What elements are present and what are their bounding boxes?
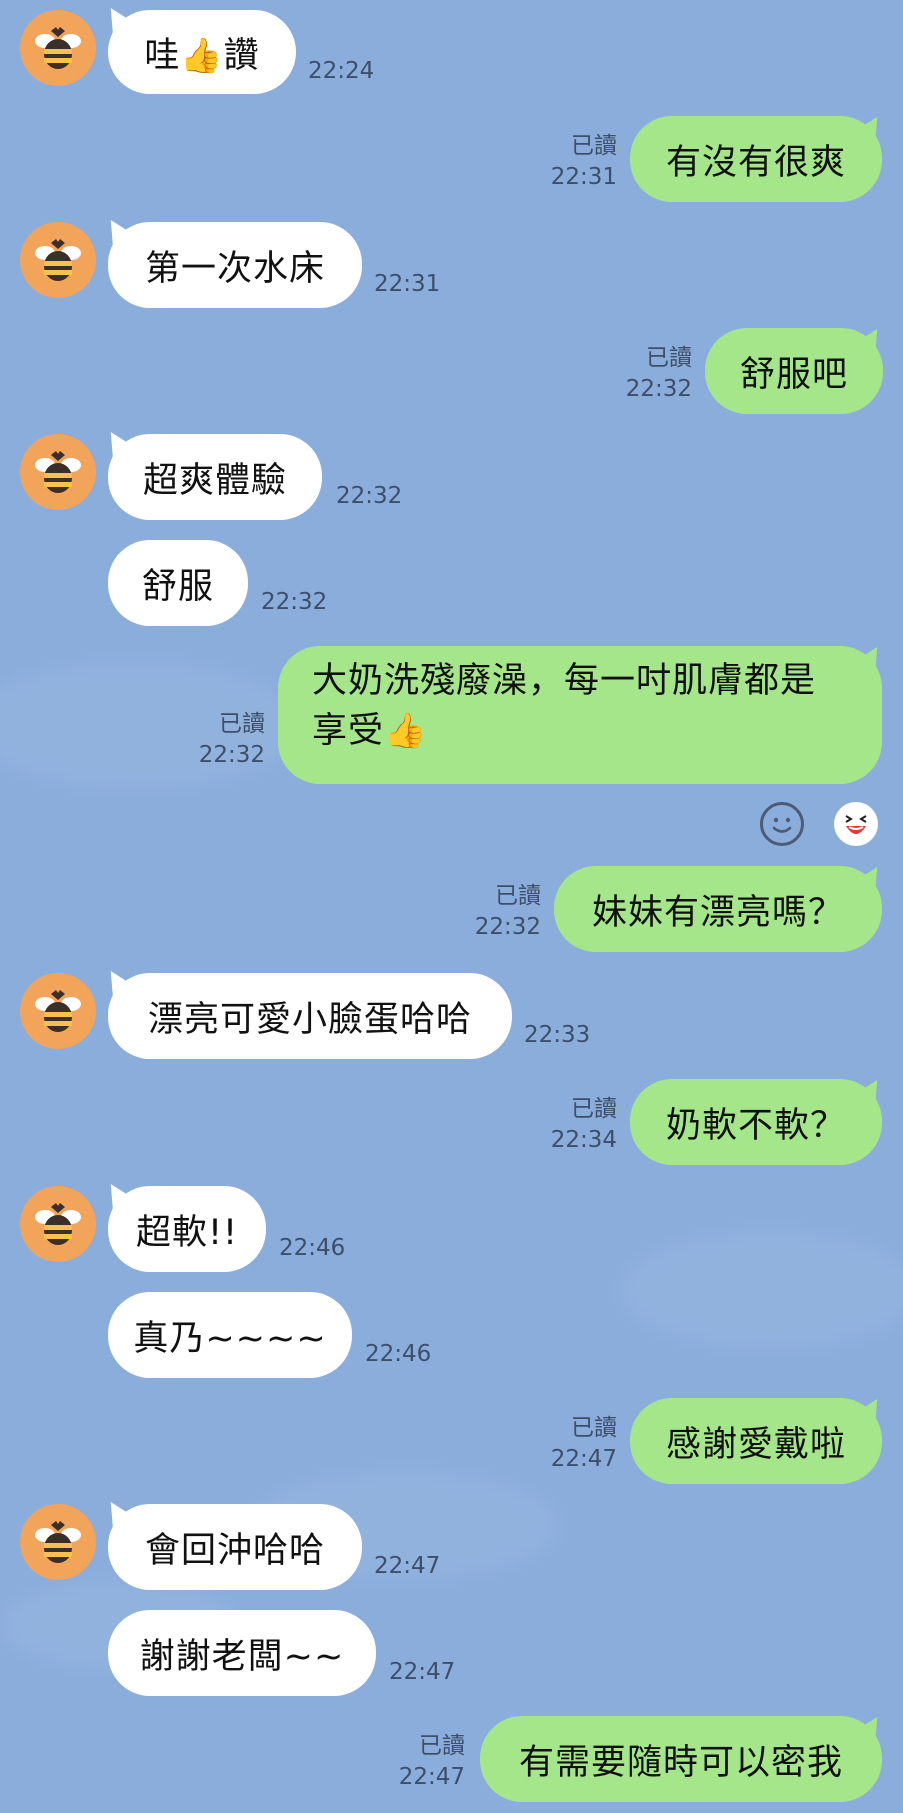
message-text: 哇👍讚	[144, 35, 260, 76]
message-bubble-incoming[interactable]: 超爽體驗	[108, 434, 322, 520]
message-time: 22:33	[524, 1022, 591, 1048]
message-bubble-incoming[interactable]: 哇👍讚	[108, 10, 296, 94]
message-time: 22:47	[389, 1659, 456, 1685]
message-time: 22:32	[474, 914, 541, 940]
message-bubble-incoming[interactable]: 謝謝老闆~~	[108, 1610, 376, 1696]
bee-icon	[35, 239, 81, 281]
message-bubble-outgoing[interactable]: 奶軟不軟？	[630, 1079, 882, 1165]
message-bubble-incoming[interactable]: 漂亮可愛小臉蛋哈哈	[108, 973, 512, 1059]
message-time: 22:32	[625, 376, 692, 402]
sender-avatar[interactable]	[20, 1186, 96, 1262]
message-text: 漂亮可愛小臉蛋哈哈	[147, 999, 472, 1040]
message-bubble-outgoing[interactable]: 感謝愛戴啦	[630, 1398, 882, 1484]
read-receipt: 已讀	[495, 883, 541, 909]
message-text: 真乃~~~~	[133, 1318, 327, 1359]
message-bubble-incoming[interactable]: 真乃~~~~	[108, 1292, 352, 1378]
read-receipt: 已讀	[646, 345, 692, 371]
message-text: 奶軟不軟？	[665, 1105, 846, 1146]
message-time: 22:24	[308, 58, 375, 84]
message-text: 謝謝老闆~~	[139, 1636, 345, 1677]
laughing-face-icon[interactable]	[834, 802, 878, 846]
message-meta: 已讀 22:34	[551, 1094, 617, 1156]
bee-icon	[35, 1521, 81, 1563]
sender-avatar[interactable]	[20, 973, 96, 1049]
message-time: 22:31	[374, 271, 441, 297]
bee-icon	[35, 990, 81, 1032]
smile-face-icon[interactable]	[760, 802, 804, 846]
message-time: 22:34	[550, 1127, 617, 1153]
message-text: 有沒有很爽	[665, 142, 846, 183]
message-time: 22:47	[398, 1764, 465, 1790]
bee-icon	[35, 451, 81, 493]
bee-icon	[35, 27, 81, 69]
thumbs-up-icon: 👍	[180, 35, 224, 76]
message-bubble-incoming[interactable]: 超軟!!	[108, 1186, 266, 1272]
message-time: 22:47	[550, 1446, 617, 1472]
message-bubble-incoming[interactable]: 舒服	[108, 540, 248, 626]
read-receipt: 已讀	[419, 1733, 465, 1759]
message-time: 22:32	[261, 589, 328, 615]
bee-icon	[35, 1203, 81, 1245]
message-text: 大奶洗殘廢澡，每一吋肌膚都是 享受👍	[312, 661, 817, 751]
message-bubble-incoming[interactable]: 第一次水床	[108, 222, 362, 308]
background-cloud	[620, 1230, 903, 1350]
sender-avatar[interactable]	[20, 1504, 96, 1580]
message-time: 22:32	[336, 483, 403, 509]
message-meta: 已讀 22:31	[551, 131, 617, 193]
message-bubble-incoming[interactable]: 會回沖哈哈	[108, 1504, 362, 1590]
message-text: 舒服吧	[739, 354, 848, 395]
message-time: 22:46	[365, 1341, 432, 1367]
sender-avatar[interactable]	[20, 434, 96, 510]
message-bubble-outgoing[interactable]: 有沒有很爽	[630, 116, 882, 202]
message-text: 會回沖哈哈	[144, 1530, 325, 1571]
message-text: 舒服	[141, 566, 214, 607]
message-time: 22:47	[374, 1553, 441, 1579]
message-meta: 已讀 22:47	[399, 1731, 465, 1793]
message-bubble-outgoing[interactable]: 妹妹有漂亮嗎？	[554, 866, 882, 952]
message-text: 感謝愛戴啦	[665, 1424, 846, 1465]
message-meta: 已讀 22:32	[199, 709, 265, 771]
message-meta: 已讀 22:47	[551, 1413, 617, 1475]
message-meta: 已讀 22:32	[475, 881, 541, 943]
read-receipt: 已讀	[219, 711, 265, 737]
sender-avatar[interactable]	[20, 222, 96, 298]
read-receipt: 已讀	[571, 1415, 617, 1441]
message-text: 第一次水床	[144, 248, 325, 289]
message-text: 有需要隨時可以密我	[518, 1742, 843, 1783]
read-receipt: 已讀	[571, 133, 617, 159]
message-bubble-outgoing[interactable]: 有需要隨時可以密我	[480, 1716, 882, 1802]
message-time: 22:46	[279, 1235, 346, 1261]
sender-avatar[interactable]	[20, 10, 96, 86]
thumbs-up-icon: 👍	[384, 711, 428, 751]
message-time: 22:31	[550, 164, 617, 190]
message-meta: 已讀 22:32	[626, 343, 692, 405]
message-text: 妹妹有漂亮嗎？	[591, 892, 844, 933]
message-bubble-outgoing[interactable]: 大奶洗殘廢澡，每一吋肌膚都是 享受👍	[278, 646, 882, 784]
read-receipt: 已讀	[571, 1096, 617, 1122]
message-time: 22:32	[198, 742, 265, 768]
message-text: 超爽體驗	[142, 460, 287, 501]
message-text: 超軟!!	[135, 1212, 239, 1253]
chat-area[interactable]: 哇👍讚 22:24 已讀 22:31 有沒有很爽 第一次水床 22:31 已讀 …	[0, 0, 903, 1813]
